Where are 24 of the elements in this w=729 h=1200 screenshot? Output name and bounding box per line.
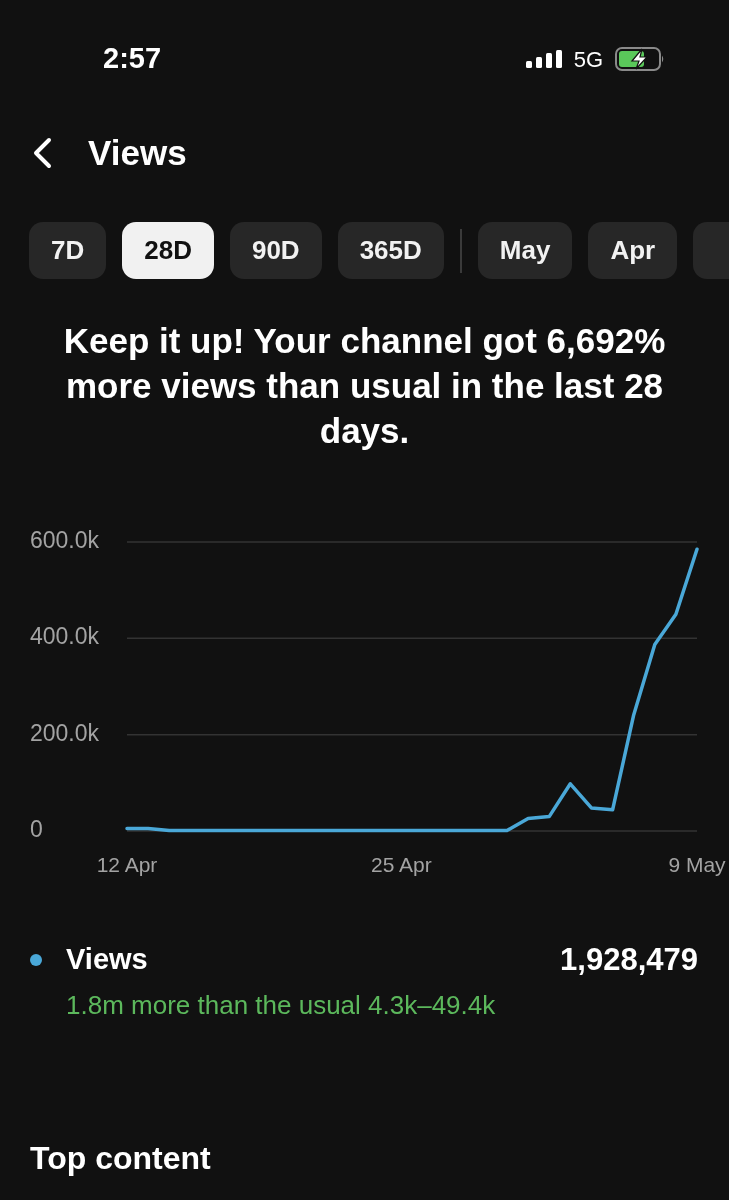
x-axis-label: 12 Apr xyxy=(96,852,158,876)
y-axis-label: 200.0k xyxy=(30,719,100,746)
signal-icon xyxy=(525,50,562,68)
y-axis-label: 600.0k xyxy=(30,527,100,554)
month-tab[interactable]: May xyxy=(477,222,573,279)
views-total: 1,928,479 xyxy=(560,940,698,979)
month-tab[interactable]: Apr xyxy=(588,222,678,279)
legend-label: Views xyxy=(66,942,148,978)
network-label: 5G xyxy=(573,45,603,74)
comparison-text: 1.8m more than the usual 4.3k–49.4k xyxy=(66,988,496,1022)
period-tab[interactable]: 28D xyxy=(122,222,214,279)
period-tab[interactable]: 365D xyxy=(337,222,444,279)
growth-message: Keep it up! Your channel got 6,692% more views than usual in the last 28 days. xyxy=(62,320,667,452)
section-heading: Top content xyxy=(30,1139,211,1178)
x-axis-label: 25 Apr xyxy=(371,852,432,876)
y-axis-label: 0 xyxy=(30,816,43,843)
back-chevron-icon xyxy=(32,137,52,169)
x-axis-label: 9 May xyxy=(668,852,726,876)
page-title: Views xyxy=(88,131,187,174)
period-tab[interactable]: 90D xyxy=(229,222,322,279)
period-tab[interactable]: 7D xyxy=(29,222,107,279)
status-time: 2:57 xyxy=(103,41,162,77)
battery-charging-icon xyxy=(615,47,665,71)
y-axis-label: 400.0k xyxy=(30,623,100,650)
